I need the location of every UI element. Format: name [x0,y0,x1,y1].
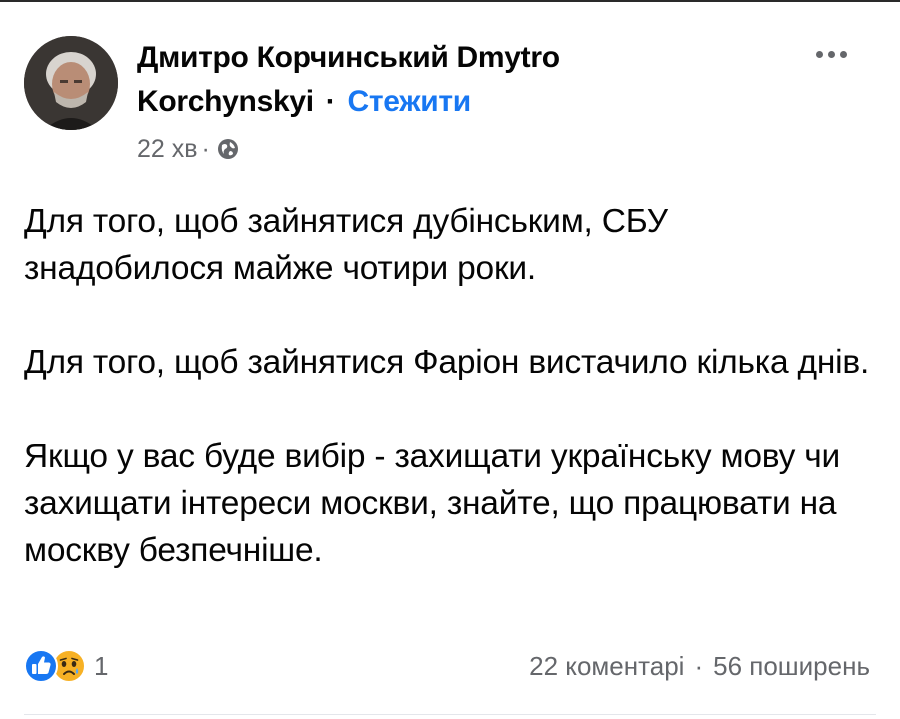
post-timestamp[interactable]: 22 хв [137,135,198,164]
globe-icon[interactable] [216,137,240,161]
author-name-continued[interactable]: Korchynskyi [137,85,314,118]
separator-dot: · [325,85,336,118]
follow-button[interactable]: Стежити [347,85,471,118]
meta-separator: · [201,134,210,163]
more-dot-icon [815,50,823,58]
post-paragraph: Для того, щоб зайнятися Фаріон вистачило… [24,344,870,381]
more-dot-icon [827,50,835,58]
post-paragraph: Для того, щоб зайнятися дубінським, СБУ … [24,203,668,287]
avatar[interactable] [24,36,118,130]
comments-count-link[interactable]: 22 коментарі [529,651,684,682]
post-author-header: Дмитро Корчинський Dmytro Korchynskyi · Ст… [137,36,777,124]
post-paragraph: Якщо у вас буде вибір - захищати українс… [24,438,841,569]
post-body: Для того, щоб зайнятися дубінським, СБУ … [24,198,874,574]
reaction-count: 1 [94,650,109,681]
like-icon [24,649,58,683]
more-dot-icon [839,50,847,58]
top-divider [0,0,900,2]
reactions-summary[interactable]: 1 [24,646,108,686]
shares-count-link[interactable]: 56 поширень [713,651,870,682]
engagement-stats: 22 коментарі · 56 поширень [529,646,870,686]
footer-divider [24,714,876,715]
post-meta: 22 хв · [137,131,240,167]
more-options-button[interactable] [806,44,856,64]
stats-separator: · [694,650,704,681]
author-name[interactable]: Дмитро Корчинський Dmytro [137,41,560,74]
